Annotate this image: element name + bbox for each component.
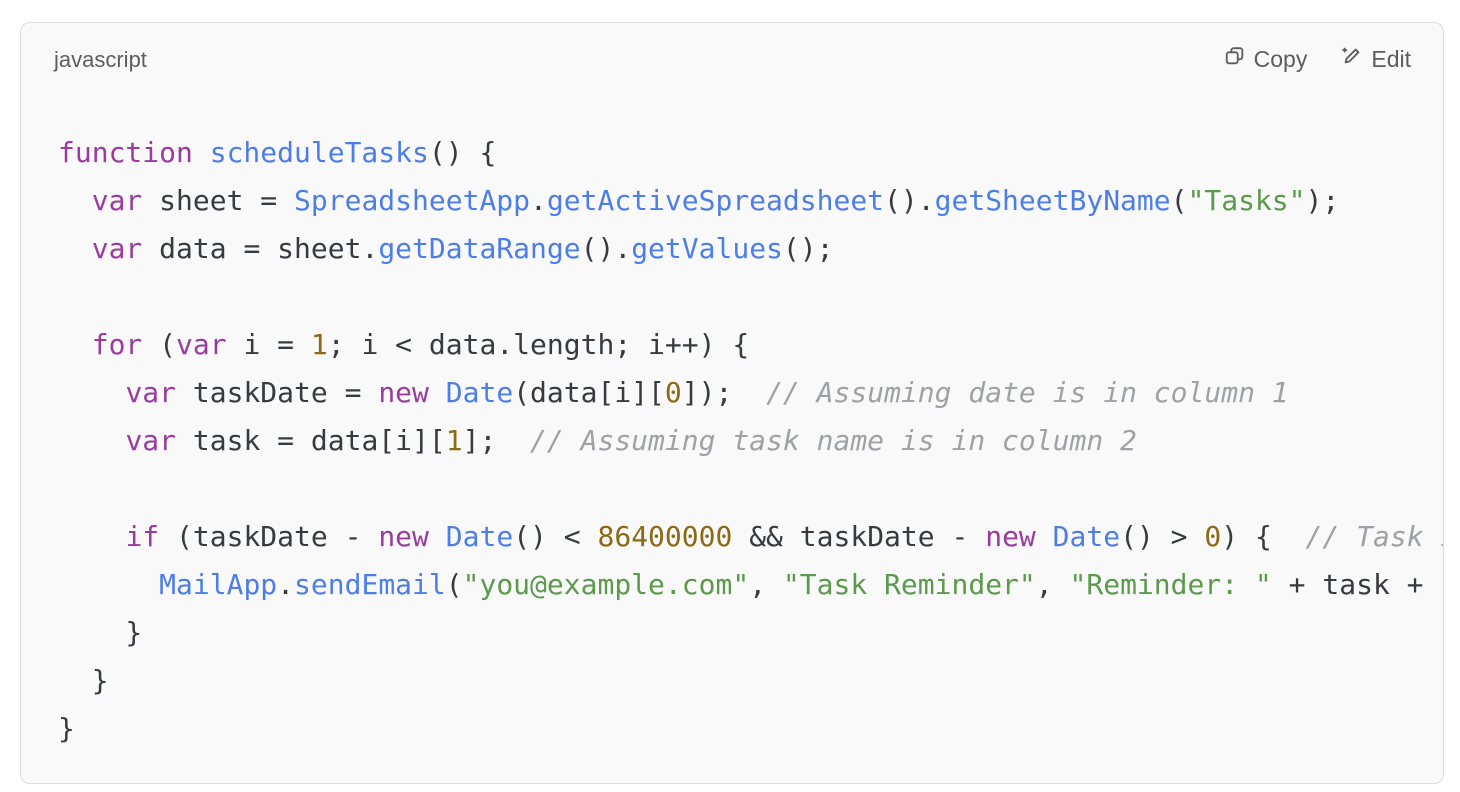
code-token: ": [1440, 568, 1443, 601]
code-line: var task = data[i][1]; // Assuming task …: [58, 417, 1443, 465]
code-token: () {: [428, 136, 497, 169]
code-line: var sheet = SpreadsheetApp.getActiveSpre…: [58, 177, 1443, 225]
code-token: if: [125, 520, 160, 553]
code-token: "Task Reminder": [782, 568, 1036, 601]
code-token: 86400000: [597, 520, 733, 553]
code-token: && taskDate -: [732, 520, 986, 553]
code-token: var: [125, 424, 177, 457]
code-line: if (taskDate - new Date() < 86400000 && …: [58, 513, 1444, 561]
code-token: taskDate =: [176, 376, 379, 409]
code-token: 1: [310, 328, 328, 361]
code-token: }: [58, 616, 143, 649]
code-token: (: [142, 328, 177, 361]
code-token: "Tasks": [1187, 184, 1306, 217]
code-token: + task +: [1271, 568, 1441, 601]
code-token: }: [58, 664, 109, 697]
code-token: for: [91, 328, 143, 361]
code-token: }: [58, 712, 75, 745]
code-token: function: [58, 136, 193, 169]
code-token: MailApp: [159, 568, 278, 601]
code-token: sendEmail: [294, 568, 446, 601]
code-token: ];: [462, 424, 531, 457]
code-token: Date: [445, 376, 514, 409]
code-token: var: [125, 376, 177, 409]
code-token: 0: [664, 376, 682, 409]
code-token: ) {: [1221, 520, 1306, 553]
code-token: .: [277, 568, 295, 601]
code-token: ().: [580, 232, 632, 265]
copy-icon: [1224, 45, 1246, 73]
code-token: SpreadsheetApp: [294, 184, 531, 217]
code-token: new: [378, 376, 429, 409]
code-token: ]);: [681, 376, 767, 409]
code-line: for (var i = 1; i < data.length; i++) {: [58, 321, 1443, 369]
code-token: getDataRange: [378, 232, 581, 265]
code-token: () <: [513, 520, 598, 553]
code-token: Date: [1052, 520, 1121, 553]
code-token: var: [176, 328, 227, 361]
edit-button[interactable]: Edit: [1341, 45, 1411, 73]
code-token: new: [378, 520, 429, 553]
code-token: // Assuming task name is in column 2: [530, 424, 1137, 457]
code-token: (taskDate -: [159, 520, 379, 553]
pencil-sparkle-icon: [1341, 45, 1363, 73]
edit-label: Edit: [1371, 45, 1411, 72]
code-token: var: [91, 232, 143, 265]
code-token: ,: [1035, 568, 1070, 601]
code-token: sheet =: [142, 184, 295, 217]
code-token: task = data[i][: [176, 424, 446, 457]
copy-label: Copy: [1253, 45, 1308, 72]
code-token: (: [445, 568, 463, 601]
code-token: getValues: [631, 232, 783, 265]
code-line: }: [58, 657, 1443, 705]
code-token: Date: [445, 520, 514, 553]
language-label: javascript: [54, 47, 147, 72]
code-token: // Task i: [1305, 520, 1444, 553]
code-line: var taskDate = new Date(data[i][0]); // …: [58, 369, 1443, 417]
code-token: () >: [1120, 520, 1205, 553]
code-token: "you@example.com": [462, 568, 750, 601]
code-line: MailApp.sendEmail("you@example.com", "Ta…: [58, 561, 1443, 609]
code-token: var: [91, 184, 143, 217]
code-line: }: [58, 609, 1443, 657]
code-actions: Copy Edit: [1224, 45, 1411, 73]
code-token: ();: [782, 232, 834, 265]
code-line: var data = sheet.getDataRange().getValue…: [58, 225, 1443, 273]
code-content: function scheduleTasks() { var sheet = S…: [58, 129, 1444, 753]
code-token: data = sheet.: [142, 232, 379, 265]
code-block: javascript Copy Edit function scheduleTa…: [20, 22, 1444, 784]
code-token: getSheetByName: [934, 184, 1171, 217]
code-token: ; i < data.length; i++) {: [327, 328, 750, 361]
code-token: ().: [884, 184, 935, 217]
code-line: }: [58, 705, 1443, 753]
code-token: "Reminder: ": [1069, 568, 1272, 601]
code-token: .: [530, 184, 547, 217]
code-line: function scheduleTasks() {: [58, 129, 1443, 177]
code-token: (: [1170, 184, 1188, 217]
code-token: );: [1305, 184, 1340, 217]
code-token: (data[i][: [513, 376, 665, 409]
code-token: // Assuming date is in column 1: [766, 376, 1289, 409]
code-token: 0: [1204, 520, 1222, 553]
code-token: getActiveSpreadsheet: [546, 184, 885, 217]
copy-button[interactable]: Copy: [1224, 45, 1308, 73]
code-token: i =: [226, 328, 311, 361]
code-token: ,: [749, 568, 783, 601]
code-token: 1: [445, 424, 463, 457]
code-token: scheduleTasks: [209, 136, 429, 169]
code-token: new: [985, 520, 1036, 553]
